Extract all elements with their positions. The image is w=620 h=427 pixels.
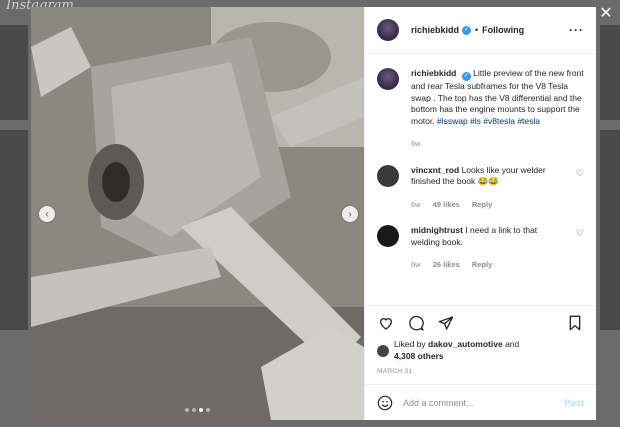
previous-image-button[interactable]: ‹ [39, 206, 55, 222]
like-comment-heart-icon[interactable]: ♡ [576, 228, 584, 239]
add-comment-bar: Post [365, 384, 596, 420]
caption-hashtags[interactable]: #lsswap #ls #v8tesla #tesla [437, 116, 540, 126]
post-date[interactable]: MARCH 31 [365, 362, 596, 384]
next-image-button[interactable]: › [342, 206, 358, 222]
comment-avatar[interactable] [377, 225, 399, 247]
liker-avatar[interactable] [377, 344, 389, 357]
separator-dot: • [475, 25, 479, 35]
carousel-indicator [31, 408, 364, 412]
background-tile [600, 130, 620, 330]
comment-username[interactable]: vincxnt_rod [411, 165, 459, 175]
liked-by-others[interactable]: 4,308 others [394, 351, 444, 361]
liked-by-and: and [505, 339, 520, 349]
post-image: ‹ › [31, 7, 364, 420]
share-paper-plane-icon[interactable] [437, 314, 455, 332]
caption: richiebkidd ✓ Little preview of the new … [377, 68, 584, 150]
comment-item: vincxnt_rod Looks like your welder finis… [377, 164, 584, 211]
more-options-icon[interactable]: ··· [569, 23, 584, 37]
background-tile [0, 130, 28, 330]
comment-age[interactable]: 6w [411, 200, 421, 209]
carousel-dot [192, 408, 196, 412]
comment-item: midnightrust I need a link to that weldi… [377, 225, 584, 271]
background-tile [600, 25, 620, 120]
author-username[interactable]: richiebkidd [411, 25, 459, 35]
reply-button[interactable]: Reply [472, 260, 492, 269]
like-comment-heart-icon[interactable]: ♡ [576, 168, 584, 179]
likes-summary: Liked by dakov_automotive and 4,308 othe… [365, 339, 596, 362]
comment-likes[interactable]: 49 likes [433, 200, 460, 209]
author-avatar[interactable] [377, 19, 399, 41]
save-bookmark-icon[interactable] [566, 314, 584, 332]
comment-likes[interactable]: 26 likes [433, 260, 460, 269]
liked-by-prefix: Liked by [394, 339, 426, 349]
comments-list[interactable]: richiebkidd ✓ Little preview of the new … [365, 54, 596, 305]
comment-avatar[interactable] [377, 164, 399, 187]
close-icon[interactable]: ✕ [598, 6, 614, 22]
comment-age[interactable]: 6w [411, 260, 421, 269]
comment-input[interactable] [403, 397, 565, 408]
comment-bubble-icon[interactable] [407, 314, 425, 332]
following-button[interactable]: Following [482, 25, 524, 35]
liked-by-user[interactable]: dakov_automotive [428, 339, 503, 349]
post-modal: ‹ › richiebkidd ✓ • Following ··· richie… [31, 7, 596, 420]
carousel-dot [206, 408, 210, 412]
like-heart-icon[interactable] [377, 314, 395, 332]
carousel-dot [185, 408, 189, 412]
post-side-panel: richiebkidd ✓ • Following ··· richiebkid… [364, 7, 596, 420]
reply-button[interactable]: Reply [472, 200, 492, 209]
background-tile [0, 25, 28, 120]
subframe-photo [31, 7, 364, 420]
verified-badge-icon: ✓ [461, 72, 471, 81]
caption-username[interactable]: richiebkidd [411, 68, 456, 78]
comment-username[interactable]: midnightrust [411, 225, 463, 235]
caption-age[interactable]: 6w [411, 139, 421, 148]
post-actions [365, 305, 596, 339]
caption-avatar[interactable] [377, 68, 399, 90]
carousel-dot-active [199, 408, 203, 412]
post-header: richiebkidd ✓ • Following ··· [365, 7, 596, 54]
post-comment-button[interactable]: Post [564, 398, 584, 408]
verified-badge-icon: ✓ [462, 25, 472, 35]
emoji-icon[interactable] [377, 395, 393, 411]
